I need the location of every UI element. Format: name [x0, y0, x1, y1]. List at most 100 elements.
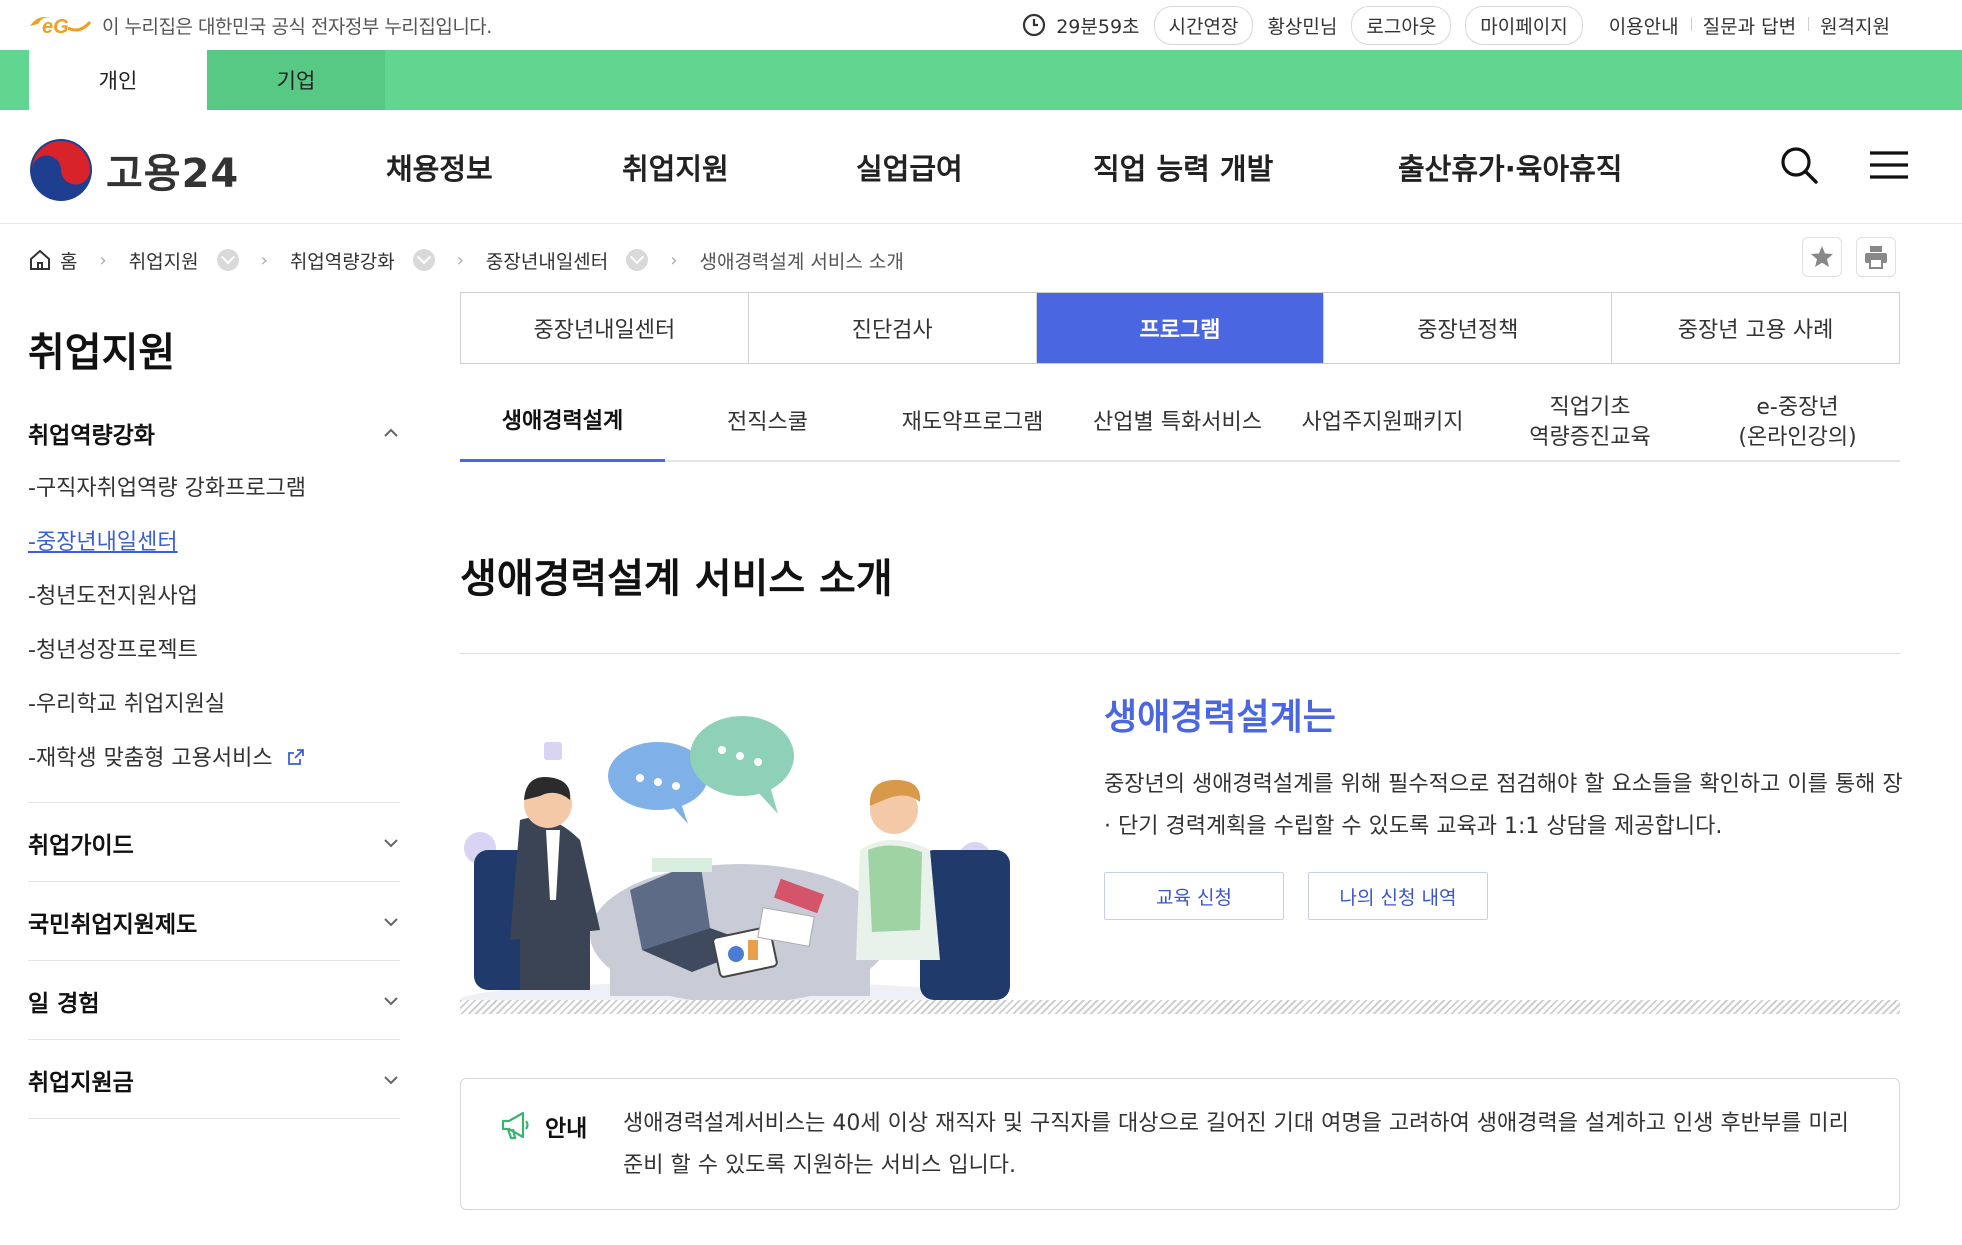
audience-tab-bar: 개인 기업: [0, 50, 1962, 110]
tab-diagnosis[interactable]: 진단검사: [747, 293, 1036, 363]
header-actions: [1778, 144, 1910, 186]
apply-education-button[interactable]: 교육 신청: [1104, 872, 1284, 920]
chevron-down-icon: [384, 1076, 398, 1085]
divider: [460, 653, 1900, 654]
gnb-job-info[interactable]: 채용정보: [386, 146, 493, 188]
breadcrumb-item[interactable]: 취업역량강화: [290, 247, 435, 274]
breadcrumb-label: 중장년내일센터: [485, 250, 609, 273]
sidebar-group-label: 국민취업지원제도: [28, 912, 198, 938]
gnb-skill-development[interactable]: 직업 능력 개발: [1093, 146, 1273, 188]
hamburger-menu-icon[interactable]: [1868, 144, 1910, 186]
search-icon[interactable]: [1778, 144, 1820, 186]
link-faq[interactable]: 질문과 답변: [1690, 12, 1808, 39]
sidebar-item-school-office[interactable]: -우리학교 취업지원실: [28, 686, 225, 718]
tab-policy[interactable]: 중장년정책: [1323, 293, 1611, 363]
breadcrumb-home[interactable]: 홈: [28, 247, 77, 274]
breadcrumb-label: 취업지원: [128, 250, 199, 273]
tab-program[interactable]: 프로그램: [1035, 293, 1324, 363]
gnb-parental-leave[interactable]: 출산휴가·육아휴직: [1398, 146, 1622, 188]
chevron-down-icon: [384, 997, 398, 1006]
tab-transition-school[interactable]: 전직스쿨: [665, 384, 870, 462]
sidebar-item-youth-challenge[interactable]: -청년도전지원사업: [28, 578, 198, 610]
sidebar-item-job-seeker-program[interactable]: -구직자취업역량 강화프로그램: [28, 470, 306, 502]
notice-text: 생애경력설계서비스는 40세 이상 재직자 및 구직자를 대상으로 길어진 기대…: [623, 1111, 1849, 1178]
secondary-tabs: 생애경력설계 전직스쿨 재도약프로그램 산업별 특화서비스 사업주지원패키지 직…: [460, 384, 1900, 462]
breadcrumb-current: 생애경력설계 서비스 소개: [699, 250, 904, 273]
tab-middle-age-center[interactable]: 중장년내일센터: [461, 293, 748, 363]
chevron-down-icon[interactable]: [216, 249, 239, 271]
sidebar-group-guide[interactable]: 취업가이드: [28, 826, 400, 860]
sidebar-group-label: 취업가이드: [28, 833, 134, 859]
tab-business[interactable]: 기업: [207, 50, 385, 110]
star-icon: [1811, 246, 1833, 267]
sidebar-group-capability[interactable]: 취업역량강화: [28, 416, 400, 450]
my-applications-button[interactable]: 나의 신청 내역: [1308, 872, 1488, 920]
megaphone-icon: [501, 1111, 529, 1140]
notice-label: 안내: [545, 1116, 588, 1142]
chevron-down-icon: [384, 918, 398, 927]
user-name: 황상민님: [1267, 15, 1338, 38]
sidebar-item-middle-age-center[interactable]: -중장년내일센터: [28, 524, 178, 556]
breadcrumb-home-label: 홈: [60, 250, 78, 273]
breadcrumb-item[interactable]: 중장년내일센터: [485, 247, 649, 274]
sidebar-item-youth-growth[interactable]: -청년성장프로젝트: [28, 632, 198, 664]
tab-restart-program[interactable]: 재도약프로그램: [870, 384, 1075, 462]
intro-description: 중장년의 생애경력설계를 위해 필수적으로 점검해야 할 요소들을 확인하고 이…: [1104, 772, 1903, 839]
divider: [28, 881, 400, 882]
bookmark-button[interactable]: [1802, 237, 1842, 277]
notice-box: 안내 생애경력설계서비스는 40세 이상 재직자 및 구직자를 대상으로 길어진…: [460, 1078, 1900, 1210]
link-remote-support[interactable]: 원격지원: [1808, 12, 1902, 39]
breadcrumb-label: 취업역량강화: [289, 250, 395, 273]
gov-banner: eG 이 누리집은 대한민국 공식 전자정부 누리집입니다. 29분59초 시간…: [0, 0, 1962, 50]
decorative-hatch: [460, 1000, 1900, 1014]
print-button[interactable]: [1856, 237, 1896, 277]
tab-basic-competency[interactable]: 직업기초 역량증진교육: [1485, 384, 1695, 462]
consultation-illustration: [460, 716, 1010, 1012]
chevron-down-icon[interactable]: [626, 249, 649, 271]
tab-online-lecture[interactable]: e-중장년 (온라인강의): [1695, 384, 1900, 462]
divider: [28, 960, 400, 961]
divider: [28, 1118, 400, 1119]
chevron-down-icon[interactable]: [412, 249, 435, 271]
gov-notice-text: 이 누리집은 대한민국 공식 전자정부 누리집입니다.: [102, 15, 492, 38]
breadcrumb-item[interactable]: 취업지원: [129, 247, 239, 274]
printer-icon: [1865, 246, 1887, 269]
clock-icon: [1023, 13, 1046, 37]
tab-career-design[interactable]: 생애경력설계: [460, 384, 665, 462]
chevron-right-icon: ›: [456, 249, 464, 271]
sidebar-group-national-support[interactable]: 국민취업지원제도: [28, 905, 400, 939]
egov-logo-icon: eG: [30, 16, 92, 38]
logout-button[interactable]: 로그아웃: [1351, 5, 1452, 45]
tab-employer-package[interactable]: 사업주지원패키지: [1280, 384, 1485, 462]
sidebar-group-label: 취업역량강화: [28, 423, 155, 449]
chevron-right-icon: ›: [99, 249, 107, 271]
svg-text:eG: eG: [42, 16, 69, 38]
timer-text: 29분59초: [1056, 15, 1140, 38]
sidebar-group-subsidy[interactable]: 취업지원금: [28, 1063, 400, 1097]
divider: [28, 802, 400, 803]
sidebar: 취업지원 취업역량강화 -구직자취업역량 강화프로그램 -중장년내일센터 -청년…: [28, 320, 400, 1119]
sidebar-title: 취업지원: [28, 330, 176, 376]
session-timer: 29분59초: [1022, 12, 1140, 39]
sidebar-group-label: 일 경험: [28, 991, 100, 1017]
tab-personal[interactable]: 개인: [29, 50, 207, 110]
sidebar-item-label: -재학생 맞춤형 고용서비스: [28, 746, 273, 771]
page-tools: [1802, 237, 1896, 277]
chevron-right-icon: ›: [670, 249, 678, 271]
primary-tabs: 중장년내일센터 진단검사 프로그램 중장년정책 중장년 고용 사례: [460, 292, 1900, 364]
gnb-unemployment-benefit[interactable]: 실업급여: [856, 146, 963, 188]
mypage-button[interactable]: 마이페이지: [1465, 5, 1583, 45]
chevron-up-icon: [384, 428, 398, 437]
extend-session-button[interactable]: 시간연장: [1153, 5, 1254, 45]
link-usage-guide[interactable]: 이용안내: [1597, 12, 1691, 39]
tab-cases[interactable]: 중장년 고용 사례: [1611, 293, 1899, 363]
sidebar-item-student-service[interactable]: -재학생 맞춤형 고용서비스: [28, 740, 306, 772]
breadcrumb: 홈 › 취업지원 › 취업역량강화 › 중장년내일센터 › 생애경력설계 서비스…: [28, 240, 904, 280]
sidebar-group-work-experience[interactable]: 일 경험: [28, 984, 400, 1018]
site-header: 고용24 채용정보 취업지원 실업급여 직업 능력 개발 출산휴가·육아휴직: [0, 110, 1962, 224]
tab-industry-service[interactable]: 산업별 특화서비스: [1075, 384, 1280, 462]
gnb-employment-support[interactable]: 취업지원: [622, 146, 729, 188]
page-title: 생애경력설계 서비스 소개: [460, 556, 893, 602]
intro-heading: 생애경력설계는: [1104, 697, 1336, 738]
global-nav: 채용정보 취업지원 실업급여 직업 능력 개발 출산휴가·육아휴직: [0, 110, 1962, 224]
